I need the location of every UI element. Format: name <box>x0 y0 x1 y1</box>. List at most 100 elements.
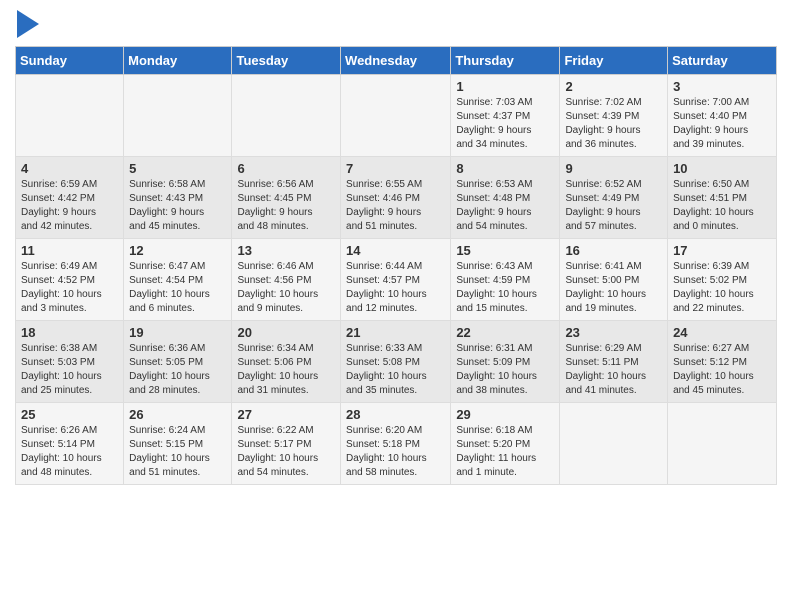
day-info: Sunrise: 6:43 AM Sunset: 4:59 PM Dayligh… <box>456 260 554 316</box>
calendar-cell: 29 Sunrise: 6:18 AM Sunset: 5:20 PM Dayli… <box>451 403 560 485</box>
day-info: Sunrise: 6:38 AM Sunset: 5:03 PM Dayligh… <box>21 342 118 398</box>
header <box>15 10 777 38</box>
calendar-cell: 11 Sunrise: 6:49 AM Sunset: 4:52 PM Dayli… <box>16 239 124 321</box>
calendar-cell: 5 Sunrise: 6:58 AM Sunset: 4:43 PM Daylig… <box>124 157 232 239</box>
col-header-sunday: Sunday <box>16 47 124 75</box>
col-header-tuesday: Tuesday <box>232 47 341 75</box>
day-info: Sunrise: 6:58 AM Sunset: 4:43 PM Dayligh… <box>129 178 226 234</box>
week-row-1: 1 Sunrise: 7:03 AM Sunset: 4:37 PM Daylig… <box>16 75 777 157</box>
calendar-cell <box>560 403 668 485</box>
day-number: 17 <box>673 243 771 258</box>
day-number: 22 <box>456 325 554 340</box>
day-info: Sunrise: 6:39 AM Sunset: 5:02 PM Dayligh… <box>673 260 771 316</box>
day-number: 24 <box>673 325 771 340</box>
day-info: Sunrise: 6:22 AM Sunset: 5:17 PM Dayligh… <box>237 424 335 480</box>
calendar-cell: 27 Sunrise: 6:22 AM Sunset: 5:17 PM Dayli… <box>232 403 341 485</box>
day-number: 27 <box>237 407 335 422</box>
day-info: Sunrise: 6:36 AM Sunset: 5:05 PM Dayligh… <box>129 342 226 398</box>
day-number: 18 <box>21 325 118 340</box>
day-info: Sunrise: 6:44 AM Sunset: 4:57 PM Dayligh… <box>346 260 445 316</box>
calendar-cell: 22Sunrise: 6:31 AM Sunset: 5:09 PM Dayli… <box>451 321 560 403</box>
calendar-cell: 16Sunrise: 6:41 AM Sunset: 5:00 PM Dayli… <box>560 239 668 321</box>
day-number: 28 <box>346 407 445 422</box>
day-info: Sunrise: 6:59 AM Sunset: 4:42 PM Dayligh… <box>21 178 118 234</box>
calendar-cell: 17 Sunrise: 6:39 AM Sunset: 5:02 PM Dayli… <box>668 239 777 321</box>
day-info: Sunrise: 6:47 AM Sunset: 4:54 PM Dayligh… <box>129 260 226 316</box>
day-info: Sunrise: 6:29 AM Sunset: 5:11 PM Dayligh… <box>565 342 662 398</box>
logo <box>15 10 39 38</box>
day-number: 19 <box>129 325 226 340</box>
col-header-wednesday: Wednesday <box>341 47 451 75</box>
day-number: 11 <box>21 243 118 258</box>
day-info: Sunrise: 6:55 AM Sunset: 4:46 PM Dayligh… <box>346 178 445 234</box>
calendar-table: SundayMondayTuesdayWednesdayThursdayFrid… <box>15 46 777 485</box>
calendar-cell: 4Sunrise: 6:59 AM Sunset: 4:42 PM Daylig… <box>16 157 124 239</box>
day-number: 6 <box>237 161 335 176</box>
calendar-cell: 15Sunrise: 6:43 AM Sunset: 4:59 PM Dayli… <box>451 239 560 321</box>
day-number: 8 <box>456 161 554 176</box>
day-info: Sunrise: 6:24 AM Sunset: 5:15 PM Dayligh… <box>129 424 226 480</box>
day-info: Sunrise: 6:18 AM Sunset: 5:20 PM Dayligh… <box>456 424 554 480</box>
calendar-cell <box>124 75 232 157</box>
col-header-thursday: Thursday <box>451 47 560 75</box>
calendar-cell: 24 Sunrise: 6:27 AM Sunset: 5:12 PM Dayli… <box>668 321 777 403</box>
day-number: 10 <box>673 161 771 176</box>
day-number: 25 <box>21 407 118 422</box>
day-info: Sunrise: 6:20 AM Sunset: 5:18 PM Dayligh… <box>346 424 445 480</box>
day-number: 5 <box>129 161 226 176</box>
day-number: 21 <box>346 325 445 340</box>
calendar-cell: 1 Sunrise: 7:03 AM Sunset: 4:37 PM Daylig… <box>451 75 560 157</box>
day-info: Sunrise: 6:52 AM Sunset: 4:49 PM Dayligh… <box>565 178 662 234</box>
day-number: 29 <box>456 407 554 422</box>
calendar-cell: 13 Sunrise: 6:46 AM Sunset: 4:56 PM Dayli… <box>232 239 341 321</box>
calendar-cell: 25 Sunrise: 6:26 AM Sunset: 5:14 PM Dayli… <box>16 403 124 485</box>
calendar-cell: 21 Sunrise: 6:33 AM Sunset: 5:08 PM Dayli… <box>341 321 451 403</box>
day-number: 26 <box>129 407 226 422</box>
calendar-cell <box>341 75 451 157</box>
day-info: Sunrise: 6:27 AM Sunset: 5:12 PM Dayligh… <box>673 342 771 398</box>
day-number: 9 <box>565 161 662 176</box>
day-number: 12 <box>129 243 226 258</box>
day-number: 2 <box>565 79 662 94</box>
calendar-cell <box>668 403 777 485</box>
col-header-friday: Friday <box>560 47 668 75</box>
day-number: 3 <box>673 79 771 94</box>
calendar-cell: 14 Sunrise: 6:44 AM Sunset: 4:57 PM Dayli… <box>341 239 451 321</box>
day-number: 13 <box>237 243 335 258</box>
day-info: Sunrise: 6:49 AM Sunset: 4:52 PM Dayligh… <box>21 260 118 316</box>
day-info: Sunrise: 7:02 AM Sunset: 4:39 PM Dayligh… <box>565 96 662 152</box>
calendar-cell: 3 Sunrise: 7:00 AM Sunset: 4:40 PM Daylig… <box>668 75 777 157</box>
day-info: Sunrise: 6:46 AM Sunset: 4:56 PM Dayligh… <box>237 260 335 316</box>
day-number: 7 <box>346 161 445 176</box>
calendar-cell: 19 Sunrise: 6:36 AM Sunset: 5:05 PM Dayli… <box>124 321 232 403</box>
calendar-cell: 26 Sunrise: 6:24 AM Sunset: 5:15 PM Dayli… <box>124 403 232 485</box>
day-number: 23 <box>565 325 662 340</box>
page-container: SundayMondayTuesdayWednesdayThursdayFrid… <box>0 0 792 495</box>
day-info: Sunrise: 6:53 AM Sunset: 4:48 PM Dayligh… <box>456 178 554 234</box>
week-row-4: 18 Sunrise: 6:38 AM Sunset: 5:03 PM Dayli… <box>16 321 777 403</box>
calendar-cell: 10 Sunrise: 6:50 AM Sunset: 4:51 PM Dayli… <box>668 157 777 239</box>
calendar-cell: 28 Sunrise: 6:20 AM Sunset: 5:18 PM Dayli… <box>341 403 451 485</box>
calendar-cell: 20 Sunrise: 6:34 AM Sunset: 5:06 PM Dayli… <box>232 321 341 403</box>
col-header-saturday: Saturday <box>668 47 777 75</box>
calendar-cell: 23 Sunrise: 6:29 AM Sunset: 5:11 PM Dayli… <box>560 321 668 403</box>
day-info: Sunrise: 6:34 AM Sunset: 5:06 PM Dayligh… <box>237 342 335 398</box>
day-info: Sunrise: 6:33 AM Sunset: 5:08 PM Dayligh… <box>346 342 445 398</box>
logo-arrow-icon <box>17 10 39 38</box>
col-header-monday: Monday <box>124 47 232 75</box>
week-row-5: 25 Sunrise: 6:26 AM Sunset: 5:14 PM Dayli… <box>16 403 777 485</box>
day-number: 1 <box>456 79 554 94</box>
day-info: Sunrise: 7:00 AM Sunset: 4:40 PM Dayligh… <box>673 96 771 152</box>
calendar-cell <box>232 75 341 157</box>
day-number: 20 <box>237 325 335 340</box>
day-number: 16 <box>565 243 662 258</box>
calendar-cell: 18 Sunrise: 6:38 AM Sunset: 5:03 PM Dayli… <box>16 321 124 403</box>
calendar-cell: 9 Sunrise: 6:52 AM Sunset: 4:49 PM Daylig… <box>560 157 668 239</box>
calendar-cell <box>16 75 124 157</box>
day-info: Sunrise: 6:26 AM Sunset: 5:14 PM Dayligh… <box>21 424 118 480</box>
calendar-cell: 8 Sunrise: 6:53 AM Sunset: 4:48 PM Daylig… <box>451 157 560 239</box>
day-info: Sunrise: 6:50 AM Sunset: 4:51 PM Dayligh… <box>673 178 771 234</box>
day-info: Sunrise: 7:03 AM Sunset: 4:37 PM Dayligh… <box>456 96 554 152</box>
day-number: 14 <box>346 243 445 258</box>
calendar-cell: 7 Sunrise: 6:55 AM Sunset: 4:46 PM Daylig… <box>341 157 451 239</box>
